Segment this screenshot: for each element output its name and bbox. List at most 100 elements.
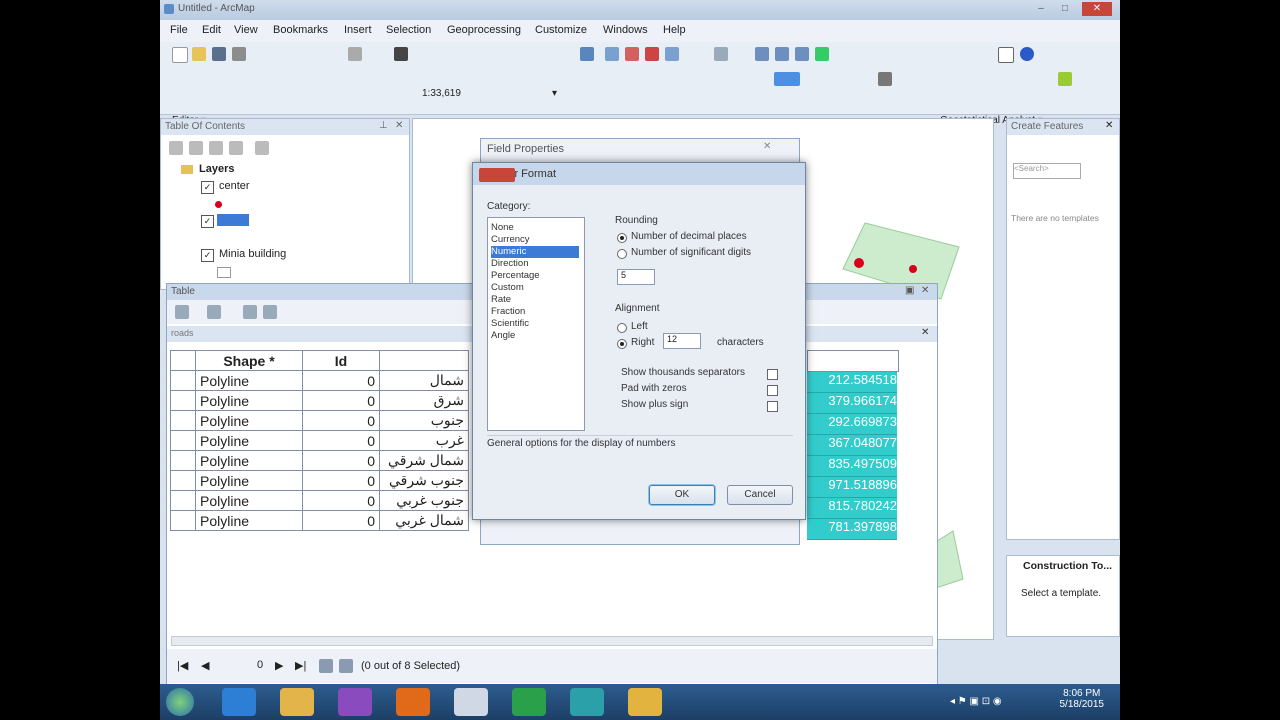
pan-icon[interactable]: [795, 47, 809, 61]
georef-icon[interactable]: [878, 72, 892, 86]
layer-roads-selected[interactable]: roads: [217, 214, 249, 226]
arccatalog-icon[interactable]: [628, 688, 662, 716]
close-icon[interactable]: ✕: [763, 141, 771, 152]
row-selector-header[interactable]: [170, 350, 196, 371]
last-record-icon[interactable]: ▶|: [295, 659, 306, 672]
cell-shape[interactable]: Polyline: [195, 450, 303, 471]
row-selector[interactable]: [170, 430, 196, 451]
cell-shape[interactable]: Polyline: [195, 370, 303, 391]
category-scientific[interactable]: Scientific: [491, 318, 579, 330]
table-row[interactable]: Polyline 0 شمال شرقي: [170, 450, 469, 471]
layer-minia-building[interactable]: Minia building: [219, 248, 286, 260]
table-row[interactable]: Polyline 0 جنوب شرقي: [170, 470, 469, 491]
system-clock[interactable]: 8:06 PM 5/18/2015: [1060, 688, 1105, 710]
new-doc-icon[interactable]: [172, 47, 188, 63]
align-left-radio[interactable]: [617, 323, 627, 333]
row-selector[interactable]: [170, 510, 196, 531]
cell-shape[interactable]: Polyline: [195, 510, 303, 531]
file-explorer-icon[interactable]: [280, 688, 314, 716]
save-icon[interactable]: [212, 47, 226, 61]
related-tables-icon[interactable]: [207, 305, 221, 319]
cell-length[interactable]: 815.780242: [807, 498, 897, 519]
column-header-id[interactable]: Id: [302, 350, 380, 371]
category-numeric[interactable]: Numeric: [491, 246, 579, 258]
cell-shape[interactable]: Polyline: [195, 410, 303, 431]
cell-id[interactable]: 0: [302, 490, 380, 511]
decimal-places-radio[interactable]: [617, 233, 627, 243]
category-direction[interactable]: Direction: [491, 258, 579, 270]
menu-geoprocessing[interactable]: Geoprocessing: [447, 24, 521, 36]
table-row[interactable]: Polyline 0 شرق: [170, 390, 469, 411]
record-number[interactable]: 0: [257, 659, 263, 671]
firefox-icon[interactable]: [396, 688, 430, 716]
category-rate[interactable]: Rate: [491, 294, 579, 306]
open-folder-icon[interactable]: [192, 47, 206, 61]
switch-selection-icon[interactable]: [263, 305, 277, 319]
cell-id[interactable]: 0: [302, 470, 380, 491]
menu-bookmarks[interactable]: Bookmarks: [273, 24, 328, 36]
menu-help[interactable]: Help: [663, 24, 686, 36]
table-row[interactable]: Polyline 0 شمال: [170, 370, 469, 391]
close-icon[interactable]: ✕: [921, 327, 929, 338]
pad-zeros-checkbox[interactable]: [767, 385, 778, 396]
template-search-input[interactable]: <Search>: [1013, 163, 1081, 179]
row-selector[interactable]: [170, 370, 196, 391]
layer-center[interactable]: center: [219, 180, 250, 192]
cell-name[interactable]: جنوب: [379, 410, 469, 431]
cell-name[interactable]: جنوب شرقي: [379, 470, 469, 491]
zoom-out-icon[interactable]: [775, 47, 789, 61]
row-selector[interactable]: [170, 490, 196, 511]
add-data-icon[interactable]: [394, 47, 408, 61]
close-icon[interactable]: ✕: [1105, 120, 1113, 131]
table-row[interactable]: Polyline 0 جنوب: [170, 410, 469, 431]
cell-name[interactable]: شرق: [379, 390, 469, 411]
menu-file[interactable]: File: [170, 24, 188, 36]
cell-length[interactable]: 835.497509: [807, 456, 897, 477]
window-app-icon[interactable]: [454, 688, 488, 716]
full-extent-icon[interactable]: [815, 47, 829, 61]
category-custom[interactable]: Custom: [491, 282, 579, 294]
cell-name[interactable]: شمال: [379, 370, 469, 391]
model-builder-icon[interactable]: [714, 47, 728, 61]
minimize-button[interactable]: –: [1030, 2, 1052, 16]
menu-edit[interactable]: Edit: [202, 24, 221, 36]
row-selector[interactable]: [170, 410, 196, 431]
category-percentage[interactable]: Percentage: [491, 270, 579, 282]
show-all-records-icon[interactable]: [319, 659, 333, 673]
geostat-wizard-icon[interactable]: [1058, 72, 1072, 86]
cell-name[interactable]: شمال غربي: [379, 510, 469, 531]
menu-customize[interactable]: Customize: [535, 24, 587, 36]
cell-id[interactable]: 0: [302, 370, 380, 391]
next-record-icon[interactable]: ▶: [275, 659, 283, 672]
column-header-shape[interactable]: Shape *: [195, 350, 303, 371]
category-angle[interactable]: Angle: [491, 330, 579, 342]
cancel-button[interactable]: Cancel: [727, 485, 793, 505]
arcmap-taskbar-icon[interactable]: [570, 688, 604, 716]
maximize-icon[interactable]: ▣: [905, 285, 914, 296]
close-button[interactable]: [479, 168, 515, 182]
category-fraction[interactable]: Fraction: [491, 306, 579, 318]
category-currency[interactable]: Currency: [491, 234, 579, 246]
cell-name[interactable]: غرب: [379, 430, 469, 451]
cell-length[interactable]: 971.518896: [807, 477, 897, 498]
menu-selection[interactable]: Selection: [386, 24, 431, 36]
column-header-name[interactable]: [379, 350, 469, 371]
cell-shape[interactable]: Polyline: [195, 430, 303, 451]
options-icon[interactable]: [255, 141, 269, 155]
row-selector[interactable]: [170, 470, 196, 491]
cell-length[interactable]: 367.048077: [807, 435, 897, 456]
align-right-radio[interactable]: [617, 339, 627, 349]
cell-shape[interactable]: Polyline: [195, 390, 303, 411]
layer-minia-building-checkbox[interactable]: ✓: [201, 249, 214, 262]
cell-shape[interactable]: Polyline: [195, 470, 303, 491]
zoom-in-icon[interactable]: [755, 47, 769, 61]
identify-icon[interactable]: [1020, 47, 1034, 61]
show-selected-records-icon[interactable]: [339, 659, 353, 673]
map-scale-dropdown[interactable]: 1:33,619 ▾: [422, 88, 562, 104]
table-options-icon[interactable]: [175, 305, 189, 319]
table-row[interactable]: Polyline 0 جنوب غربي: [170, 490, 469, 511]
thousands-separator-checkbox[interactable]: [767, 369, 778, 380]
color-swatch-icon[interactable]: [774, 72, 800, 86]
cell-id[interactable]: 0: [302, 510, 380, 531]
cell-id[interactable]: 0: [302, 410, 380, 431]
